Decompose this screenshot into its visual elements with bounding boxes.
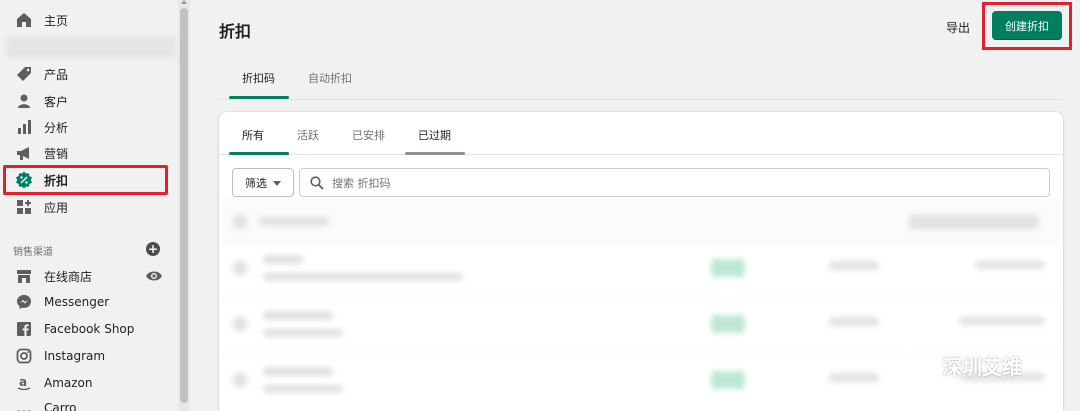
- svg-text:a: a: [19, 375, 27, 389]
- search-input[interactable]: 搜索 折扣码: [299, 168, 1050, 197]
- export-button[interactable]: 导出: [946, 19, 970, 36]
- sidebar-item-label: 主页: [44, 13, 69, 28]
- eye-icon[interactable]: [145, 268, 163, 282]
- watermark-text: 深圳艾维: [942, 354, 1022, 379]
- sidebar-item-marketing[interactable]: 营销: [6, 140, 170, 166]
- facebook-icon: [14, 319, 34, 339]
- apps-icon: [14, 197, 34, 217]
- tab-selected-indicator: [229, 96, 289, 99]
- home-icon: [14, 10, 34, 30]
- sidebar-item-instagram[interactable]: Instagram: [6, 343, 170, 369]
- tab-scheduled[interactable]: 已安排: [352, 127, 385, 143]
- sidebar-item-label: Messenger: [44, 295, 110, 309]
- tab-all[interactable]: 所有: [242, 127, 264, 143]
- store-icon: [14, 266, 34, 286]
- card-tab-hover-indicator: [405, 152, 465, 155]
- sidebar-item-customers[interactable]: 客户: [6, 88, 170, 114]
- sidebar-item-products[interactable]: 产品: [6, 61, 170, 87]
- sidebar: 主页 产品 客户 分析 营销 折扣 应用 销售渠道 + 在线商店 Messeng…: [0, 0, 190, 411]
- watermark: 深圳艾维: [894, 350, 1022, 380]
- scroll-up-icon[interactable]: [181, 0, 187, 4]
- sidebar-item-messenger[interactable]: Messenger: [6, 289, 170, 315]
- add-channel-button[interactable]: +: [146, 242, 160, 256]
- sidebar-item-label: 分析: [44, 120, 69, 135]
- sidebar-item-label: 产品: [44, 67, 69, 82]
- carro-icon: [14, 398, 34, 411]
- sidebar-item-label: 在线商店: [44, 269, 93, 284]
- sidebar-item-apps[interactable]: 应用: [6, 194, 170, 220]
- caret-down-icon: [273, 181, 281, 186]
- discount-highlight-box: [3, 165, 168, 195]
- sidebar-item-label: Amazon: [44, 376, 93, 390]
- sidebar-item-analytics[interactable]: 分析: [6, 114, 170, 140]
- sidebar-item-blurred: [6, 36, 176, 58]
- amazon-icon: a: [14, 373, 34, 393]
- sidebar-item-home[interactable]: 主页: [6, 7, 170, 33]
- sidebar-item-label: 客户: [44, 94, 69, 109]
- create-button-highlight-box: [982, 2, 1072, 50]
- table-row[interactable]: [219, 298, 1063, 354]
- megaphone-icon: [14, 143, 34, 163]
- sidebar-item-carro[interactable]: Carro: [6, 395, 170, 411]
- sidebar-item-label: Instagram: [44, 349, 106, 363]
- tab-active[interactable]: 活跃: [297, 127, 319, 143]
- tag-icon: [14, 64, 34, 84]
- filter-button[interactable]: 筛选: [232, 168, 294, 197]
- sidebar-item-label: Carro: [44, 401, 77, 411]
- sidebar-item-label: 营销: [44, 146, 69, 161]
- tab-automatic-discounts[interactable]: 自动折扣: [308, 70, 352, 86]
- person-icon: [14, 91, 34, 111]
- sales-channels-label: 销售渠道: [13, 247, 53, 258]
- search-placeholder: 搜索 折扣码: [332, 176, 391, 190]
- search-icon: [310, 175, 324, 190]
- sidebar-scrollbar[interactable]: [178, 0, 190, 411]
- table-header: [219, 200, 1063, 242]
- sidebar-item-amazon[interactable]: a Amazon: [6, 370, 170, 396]
- filter-label: 筛选: [245, 176, 267, 190]
- messenger-icon: [14, 292, 34, 312]
- sidebar-item-label: 应用: [44, 200, 69, 215]
- table-row[interactable]: [219, 242, 1063, 298]
- instagram-icon: [14, 346, 34, 366]
- scrollbar-thumb[interactable]: [180, 8, 188, 403]
- page-title: 折扣: [219, 22, 252, 41]
- wechat-icon: [894, 350, 934, 378]
- status-tabs: 所有 活跃 已安排 已过期: [219, 112, 1063, 155]
- sidebar-item-label: Facebook Shop: [44, 322, 135, 336]
- sidebar-item-facebook-shop[interactable]: Facebook Shop: [6, 316, 170, 342]
- tab-expired[interactable]: 已过期: [418, 127, 451, 143]
- discount-type-tabs: 折扣码 自动折扣: [219, 60, 1063, 100]
- tab-discount-codes[interactable]: 折扣码: [242, 70, 275, 86]
- bar-chart-icon: [14, 117, 34, 137]
- card-tab-selected-indicator: [229, 152, 289, 155]
